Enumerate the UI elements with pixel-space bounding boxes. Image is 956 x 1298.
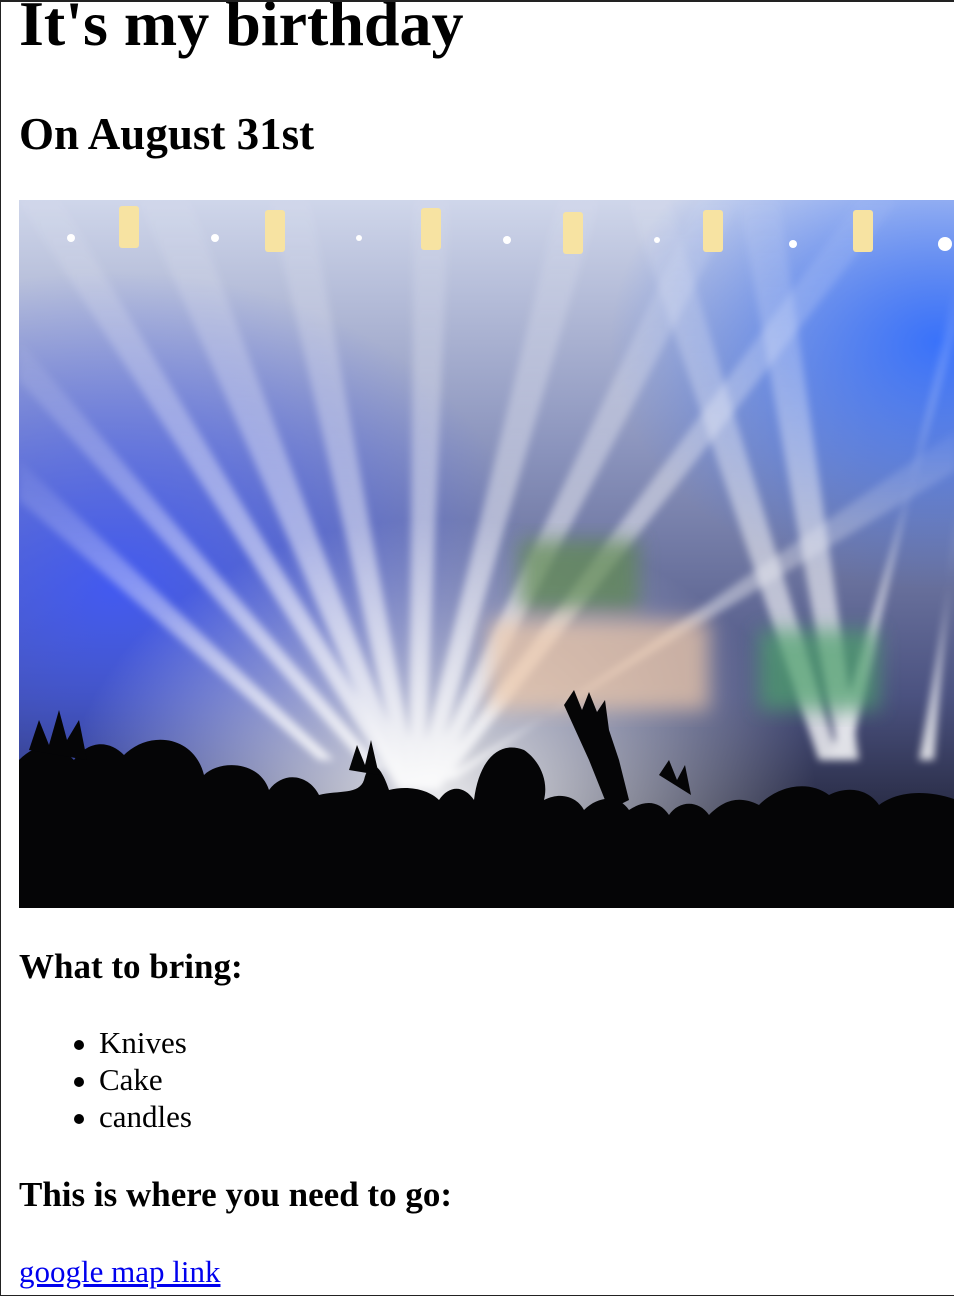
list-item-label: Cake	[99, 1062, 163, 1097]
list-item: Knives	[19, 1024, 192, 1061]
list-item: candles	[19, 1098, 192, 1135]
list-item: Cake	[19, 1061, 192, 1098]
page-title: It's my birthday	[19, 0, 464, 59]
list-item-label: Knives	[99, 1025, 187, 1060]
what-to-bring-heading: What to bring:	[19, 947, 243, 986]
list-item-label: candles	[99, 1099, 192, 1134]
page-frame: It's my birthday On August 31st What to …	[0, 0, 954, 1296]
bullet-icon	[74, 1040, 84, 1050]
location-heading: This is where you need to go:	[19, 1175, 452, 1214]
bullet-icon	[74, 1077, 84, 1087]
concert-photo	[19, 200, 954, 908]
page-subtitle: On August 31st	[19, 109, 315, 159]
bring-list: Knives Cake candles	[19, 1024, 192, 1135]
bullet-icon	[74, 1114, 84, 1124]
google-map-link[interactable]: google map link	[19, 1253, 220, 1291]
